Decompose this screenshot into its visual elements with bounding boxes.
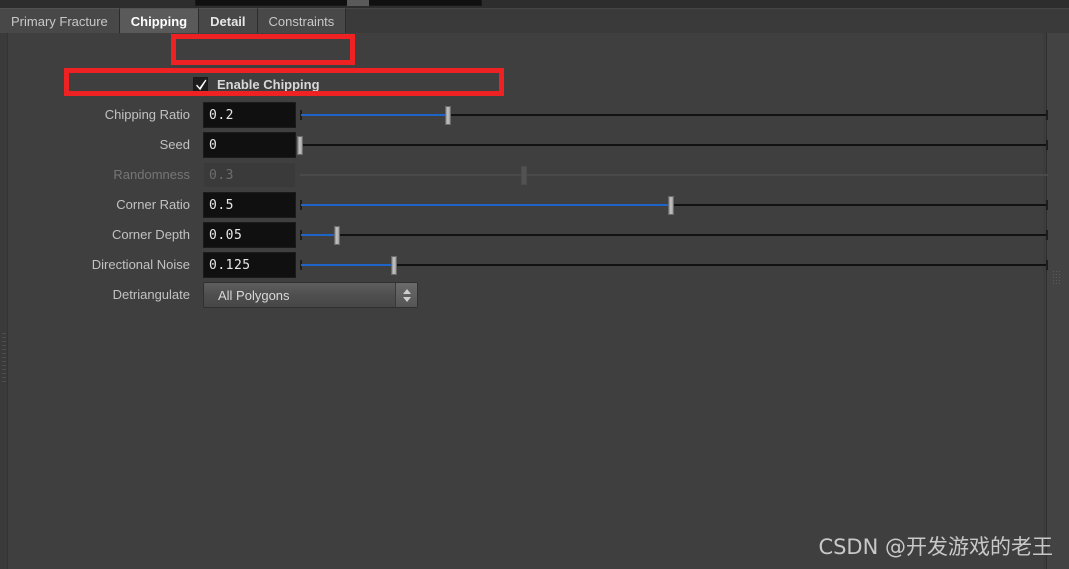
slider-track[interactable] (300, 234, 1048, 236)
property-label: Chipping Ratio (104, 107, 190, 122)
slider-endcap-right (1046, 230, 1048, 240)
slider-handle[interactable] (333, 226, 340, 245)
property-slider (300, 160, 1048, 190)
dropdown-value: All Polygons (218, 287, 290, 303)
property-value-field[interactable]: 0.125 (203, 252, 296, 278)
property-slider[interactable] (300, 190, 1048, 220)
property-row: Detriangulate All Polygons (8, 280, 1054, 310)
property-value-text: 0 (209, 137, 218, 153)
enable-chipping-row[interactable]: Enable Chipping (193, 75, 320, 93)
property-value-text: 0.5 (209, 197, 234, 213)
property-value-field: 0.3 (203, 162, 296, 188)
property-value-text: 0.05 (209, 227, 243, 243)
property-label: Corner Depth (111, 227, 190, 242)
slider-track[interactable] (300, 264, 1048, 266)
property-label: Detriangulate (112, 287, 190, 302)
property-label: Seed (159, 137, 190, 152)
property-value-text: 0.3 (209, 167, 234, 183)
property-value-field[interactable]: 0.2 (203, 102, 296, 128)
property-slider[interactable] (300, 220, 1048, 250)
property-row: Directional Noise 0.125 (8, 250, 1054, 280)
tab-primary-fracture[interactable]: Primary Fracture (0, 8, 120, 33)
tab-bar-filler (346, 8, 1069, 33)
right-resize-grip[interactable] (1053, 271, 1062, 287)
checkmark-icon (196, 79, 207, 90)
top-clipped-strip (0, 0, 1069, 8)
slider-endcap-right (1046, 260, 1048, 270)
slider-handle[interactable] (668, 196, 674, 215)
watermark: CSDN @开发游戏的老王 (818, 535, 1053, 559)
tab-chipping[interactable]: Chipping (119, 8, 200, 33)
property-slider[interactable] (300, 250, 1048, 280)
property-value-field[interactable]: 0 (203, 132, 296, 158)
clipped-spinner[interactable] (347, 0, 369, 6)
property-slider[interactable] (300, 100, 1048, 130)
property-value-field[interactable]: 0.5 (203, 192, 296, 218)
slider-handle[interactable] (521, 166, 528, 185)
property-value-text: 0.2 (209, 107, 234, 123)
slider-endcap-right (1046, 110, 1048, 120)
clipped-number-field[interactable] (195, 0, 482, 6)
slider-fill (301, 264, 395, 266)
dropdown-arrows-icon[interactable] (395, 283, 417, 307)
slider-fill (301, 234, 338, 236)
slider-handle[interactable] (445, 106, 452, 125)
panel-left-rail (0, 33, 8, 569)
slider-handle[interactable] (390, 256, 397, 275)
slider-fill (301, 204, 672, 206)
property-value-field[interactable]: 0.05 (203, 222, 296, 248)
fracture-settings-window: Primary Fracture Chipping Detail Constraint… (0, 0, 1069, 569)
left-resize-grip[interactable] (2, 333, 6, 385)
slider-track[interactable] (300, 144, 1048, 146)
property-slider[interactable] (297, 130, 1048, 160)
detriangulate-dropdown[interactable]: All Polygons (203, 282, 418, 308)
tab-constraints[interactable]: Constraints (257, 8, 347, 33)
slider-endcap-right (1046, 200, 1048, 210)
property-row: Corner Depth 0.05 (8, 220, 1054, 250)
slider-track[interactable] (300, 174, 1048, 176)
property-label: Randomness (113, 167, 190, 182)
enable-chipping-label: Enable Chipping (217, 76, 320, 92)
tab-detail[interactable]: Detail (199, 8, 258, 33)
property-row: Seed 0 (8, 130, 1054, 160)
property-row: Randomness 0.3 (8, 160, 1054, 190)
enable-chipping-checkbox[interactable] (193, 76, 208, 92)
property-value-text: 0.125 (209, 257, 251, 273)
panel-content: Enable Chipping Chipping Ratio 0.2 Seed 0 Ra… (8, 33, 1048, 569)
slider-fill (301, 114, 450, 116)
property-label: Corner Ratio (116, 197, 190, 212)
slider-handle[interactable] (297, 136, 303, 155)
chipping-panel: Enable Chipping Chipping Ratio 0.2 Seed 0 Ra… (0, 33, 1069, 569)
slider-endcap-right (1046, 140, 1048, 150)
property-row: Chipping Ratio 0.2 (8, 100, 1054, 130)
property-label: Directional Noise (91, 257, 190, 272)
tab-bar: Primary Fracture Chipping Detail Constraint… (0, 8, 1069, 33)
property-row: Corner Ratio 0.5 (8, 190, 1054, 220)
